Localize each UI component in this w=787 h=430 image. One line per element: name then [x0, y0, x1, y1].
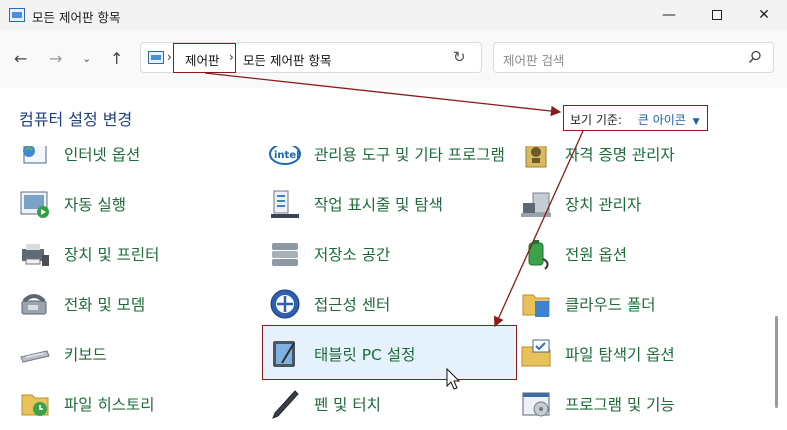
item-file-explorer-options[interactable]: 파일 탐색기 옵션 [519, 334, 675, 374]
search-input[interactable]: 제어판 검색 [493, 42, 774, 73]
item-work-folders[interactable]: 클라우드 폴더 [519, 284, 656, 324]
storage-spaces-icon [272, 243, 298, 266]
ease-of-access-icon [270, 289, 300, 319]
navigation-bar: ← → ⌄ ↑ › 제어판 › 모든 제어판 항목 ↻ 제어판 검색 [0, 30, 787, 88]
breadcrumb-separator[interactable]: › [167, 50, 172, 64]
item-ease-of-access[interactable]: 접근성 센터 [268, 284, 390, 324]
internet-options-icon [23, 146, 47, 164]
work-folders-icon [522, 294, 550, 317]
item-devices-printers[interactable]: 장치 및 프린터 [18, 234, 159, 274]
close-button[interactable]: ✕ [741, 0, 787, 30]
item-keyboard[interactable]: 키보드 [18, 334, 107, 374]
view-by-label: 보기 기준: [570, 113, 623, 127]
item-power-options[interactable]: 전원 옵션 [519, 234, 627, 274]
view-by-dropdown[interactable]: 보기 기준: 큰 아이콘 ▼ [563, 105, 708, 131]
item-device-manager[interactable]: 장치 관리자 [519, 184, 641, 224]
page-title: 컴퓨터 설정 변경 [19, 110, 133, 129]
item-phone-modem[interactable]: 전화 및 모뎀 [18, 284, 145, 324]
item-tablet-pc-settings[interactable]: 태블릿 PC 설정 [268, 334, 415, 374]
item-autoplay[interactable]: 자동 실행 [18, 184, 126, 224]
search-placeholder: 제어판 검색 [503, 53, 565, 68]
item-file-history[interactable]: 파일 히스토리 [18, 384, 155, 424]
item-programs-features[interactable]: 프로그램 및 기능 [519, 384, 675, 424]
devices-printers-icon [22, 244, 49, 266]
svg-text:intel: intel [274, 150, 300, 161]
title-bar: 모든 제어판 항목 — ✕ [0, 0, 787, 30]
item-pen-touch[interactable]: 펜 및 터치 [268, 384, 381, 424]
tablet-pc-icon [273, 341, 295, 367]
item-taskbar-navigation[interactable]: 작업 표시줄 및 탐색 [268, 184, 443, 224]
minimize-button[interactable]: — [646, 0, 692, 30]
keyboard-icon [20, 350, 50, 363]
file-history-icon [21, 394, 49, 416]
back-button[interactable]: ← [14, 49, 27, 68]
window-title: 모든 제어판 항목 [32, 10, 121, 25]
control-panel-icon [9, 8, 25, 22]
items-panel: 인터넷 옵션 자동 실행 장치 및 프린터 전화 및 모뎀 키보드 파일 히스토… [0, 146, 787, 430]
search-icon[interactable] [748, 50, 762, 64]
device-manager-icon [521, 192, 551, 217]
maximize-icon [712, 10, 722, 20]
intel-graphics-icon: intel [269, 146, 301, 165]
item-internet-options[interactable]: 인터넷 옵션 [18, 146, 140, 174]
programs-features-icon [522, 392, 550, 417]
breadcrumb-annotation-box [173, 43, 236, 73]
forward-button[interactable]: → [49, 49, 62, 68]
up-button[interactable]: ↑ [110, 49, 123, 68]
item-intel-graphics[interactable]: intel 관리용 도구 및 기타 프로그램 [268, 146, 505, 174]
vertical-scrollbar[interactable] [775, 316, 778, 408]
power-options-icon [528, 240, 549, 270]
recent-locations-button[interactable]: ⌄ [82, 52, 91, 65]
view-by-value[interactable]: 큰 아이콘 [638, 113, 686, 127]
breadcrumb-all-items[interactable]: 모든 제어판 항목 [243, 50, 331, 69]
phone-modem-icon [21, 294, 47, 315]
control-panel-icon [148, 51, 164, 64]
file-explorer-options-icon [521, 339, 551, 367]
refresh-button[interactable]: ↻ [453, 48, 466, 66]
chevron-down-icon[interactable]: ▼ [693, 117, 700, 127]
maximize-button[interactable] [694, 0, 740, 30]
taskbar-icon [271, 190, 299, 218]
item-credential-manager[interactable]: 자격 증명 관리자 [519, 146, 675, 174]
autoplay-icon [20, 191, 49, 218]
item-storage-spaces[interactable]: 저장소 공간 [268, 234, 390, 274]
pen-touch-icon [272, 390, 299, 419]
credential-manager-icon [525, 146, 547, 168]
